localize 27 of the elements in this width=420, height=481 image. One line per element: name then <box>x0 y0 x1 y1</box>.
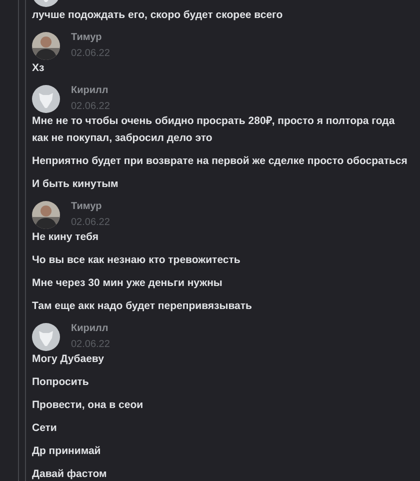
message-text: Могу Дубаеву <box>32 352 105 367</box>
message-text: Сети <box>32 421 58 436</box>
person-avatar <box>32 32 60 60</box>
message-text: Чо вы все как незнаю кто тревожитесть <box>32 253 242 268</box>
message-text: И быть кинутым <box>32 177 120 192</box>
dog-avatar <box>32 323 60 351</box>
message-text: Там еще акк надо будет перепривязывать <box>32 299 253 314</box>
message-text: Провести, она в сеои <box>32 398 144 413</box>
message-date: 02.06.22 <box>71 101 110 113</box>
message-date: 02.06.22 <box>71 217 110 229</box>
author-name[interactable]: Кирилл <box>71 323 110 335</box>
message-text: лучше подождать его, скоро будет скорее всего <box>32 8 284 23</box>
author-name[interactable]: Кирилл <box>71 85 110 97</box>
message-text: Не кину тебя <box>32 230 100 245</box>
message-date: 02.06.22 <box>71 339 110 351</box>
message-text: Неприятно будет при возврате на первой же сделке просто обосраться <box>32 154 408 169</box>
author-name[interactable]: Тимур <box>71 201 110 213</box>
message-text: Давай фастом <box>32 467 108 481</box>
author-name[interactable]: Тимур <box>71 32 110 44</box>
message-text: Др принимай <box>32 444 102 459</box>
message-text: Мне через 30 мин уже деньги нужны <box>32 276 224 291</box>
person-avatar <box>32 201 60 229</box>
message-text: Мне не то чтобы очень обидно просрать 280₽, просто я полтора года как не покупал, забросил дело это <box>32 114 396 146</box>
message-text: Хз <box>32 61 46 76</box>
dog-avatar <box>32 85 60 113</box>
message-date: 02.06.22 <box>71 48 110 60</box>
message-text: Попросить <box>32 375 90 390</box>
